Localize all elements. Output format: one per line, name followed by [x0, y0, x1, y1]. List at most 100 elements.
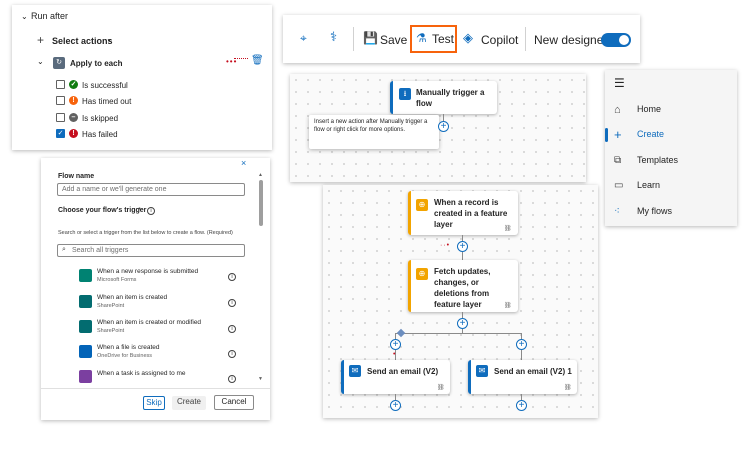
nav-item-home[interactable]: ⌂ Home	[605, 99, 737, 121]
insert-step-button[interactable]: +	[516, 400, 527, 411]
info-icon[interactable]: i	[228, 299, 236, 307]
nav-item-learn[interactable]: ▭ Learn	[605, 175, 737, 197]
create-button[interactable]: Create	[172, 396, 206, 410]
trigger-search-input[interactable]: ⌕ Search all triggers	[57, 244, 245, 257]
checkbox-is-skipped[interactable]	[56, 113, 65, 122]
delete-icon[interactable]: 🗑	[251, 55, 264, 66]
info-icon[interactable]: i	[228, 325, 236, 333]
dots-line	[234, 58, 248, 59]
nav-label: Learn	[637, 180, 661, 190]
copilot-icon: ◈	[463, 30, 473, 45]
manual-trigger-node[interactable]: ⭳ Manually trigger a flow	[390, 81, 497, 114]
option-label: Is successful	[82, 81, 128, 90]
flow-name-placeholder: Add a name or we'll generate one	[62, 186, 167, 193]
info-icon[interactable]: i	[228, 273, 236, 281]
scrollbar[interactable]: ▲ ▼	[258, 172, 263, 382]
scroll-up-icon[interactable]: ▲	[258, 172, 263, 178]
flow-name-input[interactable]: Add a name or we'll generate one	[57, 183, 245, 196]
save-label: Save	[380, 33, 408, 47]
select-actions-button[interactable]: Select actions	[52, 36, 113, 46]
save-button[interactable]: 💾 Save	[361, 26, 408, 52]
scroll-down-icon[interactable]: ▼	[258, 376, 263, 382]
send-email-node-2[interactable]: ✉ Send an email (V2) 1 ⛓	[468, 360, 577, 394]
trigger-subtitle: OneDrive for Business	[97, 353, 153, 359]
search-placeholder: Search all triggers	[72, 247, 129, 254]
connector	[462, 329, 463, 334]
send-email-node[interactable]: ✉ Send an email (V2) ⛓	[341, 360, 450, 394]
node-accent-bar	[390, 81, 393, 114]
trigger-subtitle: SharePoint	[97, 328, 125, 334]
hamburger-menu-icon[interactable]: ☰	[614, 76, 625, 90]
book-icon: ▭	[614, 180, 624, 191]
insert-step-button[interactable]: +	[516, 339, 527, 350]
info-icon[interactable]: i	[147, 207, 155, 215]
sharepoint-icon	[79, 320, 92, 333]
home-icon: ⌂	[614, 104, 621, 116]
trigger-label: Choose your flow's trigger	[58, 207, 147, 214]
trigger-title: When an item is created	[97, 294, 168, 301]
flow-name-label: Flow name	[58, 173, 95, 180]
nav-label: My flows	[637, 206, 673, 216]
toggle-knob	[619, 35, 629, 45]
fetch-updates-node[interactable]: ⊕ Fetch updates, changes, or deletions f…	[408, 260, 518, 312]
arcgis-icon: ⊕	[416, 268, 428, 280]
nav-item-my-flows[interactable]: ⁖ My flows	[605, 201, 737, 223]
insert-step-button[interactable]: +	[390, 400, 401, 411]
record-created-trigger-node[interactable]: ⊕ When a record is created in a feature …	[408, 191, 518, 235]
node-accent-bar	[408, 260, 411, 312]
copilot-button[interactable]: ◈ Copilot	[461, 26, 521, 52]
drop-dots: •	[393, 351, 396, 358]
add-icon[interactable]: +	[37, 33, 44, 47]
manual-trigger-icon: ⭳	[399, 88, 411, 100]
flow-checker-icon[interactable]: ⚕	[330, 29, 337, 45]
feedback-icon[interactable]: ⌖	[300, 31, 307, 46]
checkbox-is-successful[interactable]	[56, 80, 65, 89]
option-label: Has failed	[82, 130, 118, 139]
loop-icon: ↻	[53, 57, 65, 69]
nav-item-create[interactable]: + Create	[605, 124, 737, 146]
scrollbar-thumb[interactable]	[259, 180, 263, 226]
insert-step-button[interactable]: +	[390, 339, 401, 350]
branch-handle[interactable]	[396, 328, 406, 338]
test-label: Test	[432, 32, 455, 46]
node-title: Send an email (V2)	[367, 367, 439, 376]
insert-step-button[interactable]: +	[457, 318, 468, 329]
link-icon: ⛓	[504, 303, 512, 309]
link-icon: ⛓	[564, 385, 572, 391]
info-icon[interactable]: i	[228, 350, 236, 358]
designer-toolbar: ⌖ ⚕ 💾 Save ⚗ Test ◈ Copilot New designer	[283, 15, 640, 63]
node-title: Manually trigger a flow	[416, 88, 485, 108]
chevron-down-icon[interactable]: ⌄	[106, 34, 113, 43]
close-icon[interactable]: ×	[241, 158, 246, 168]
nav-label: Templates	[637, 155, 679, 165]
trigger-subtitle: Microsoft Forms	[97, 277, 137, 283]
chevron-down-icon[interactable]: ⌄	[21, 12, 28, 21]
checkbox-has-failed[interactable]: ✓	[56, 129, 65, 138]
link-icon: ⛓	[504, 226, 512, 232]
forms-icon	[79, 269, 92, 282]
failed-icon: !	[69, 129, 78, 138]
new-designer-label: New designer	[534, 33, 608, 47]
trigger-title: When a new response is submitted	[97, 268, 199, 275]
chevron-down-icon[interactable]: ⌄	[37, 57, 44, 66]
trigger-title: When an item is created or modified	[97, 319, 202, 326]
checkbox-has-timed-out[interactable]	[56, 96, 65, 105]
info-icon[interactable]: i	[228, 375, 236, 383]
insert-step-button[interactable]: +	[457, 241, 468, 252]
trigger-title: When a file is created	[97, 344, 160, 351]
copilot-label: Copilot	[481, 33, 519, 47]
trigger-subtitle: SharePoint	[97, 303, 125, 309]
designer-canvas-top: ⭳ Manually trigger a flow Insert a new a…	[290, 74, 586, 182]
run-after-panel: ⌄ Run after + Select actions ⌄ ⌄ ↻ Apply…	[12, 5, 272, 150]
connector	[462, 252, 463, 260]
insert-step-button[interactable]: +	[438, 121, 449, 132]
plus-icon: +	[614, 127, 622, 142]
drop-dots: ··•	[440, 242, 451, 249]
nav-item-templates[interactable]: ⧉ Templates	[605, 150, 737, 172]
new-designer-toggle[interactable]	[601, 33, 631, 47]
cancel-button[interactable]: Cancel	[214, 395, 254, 410]
test-button[interactable]: ⚗ Test	[410, 25, 457, 53]
helper-text: Search or select a trigger from the list…	[58, 230, 233, 236]
nav-label: Create	[637, 129, 665, 139]
skip-button[interactable]: Skip	[143, 396, 165, 410]
